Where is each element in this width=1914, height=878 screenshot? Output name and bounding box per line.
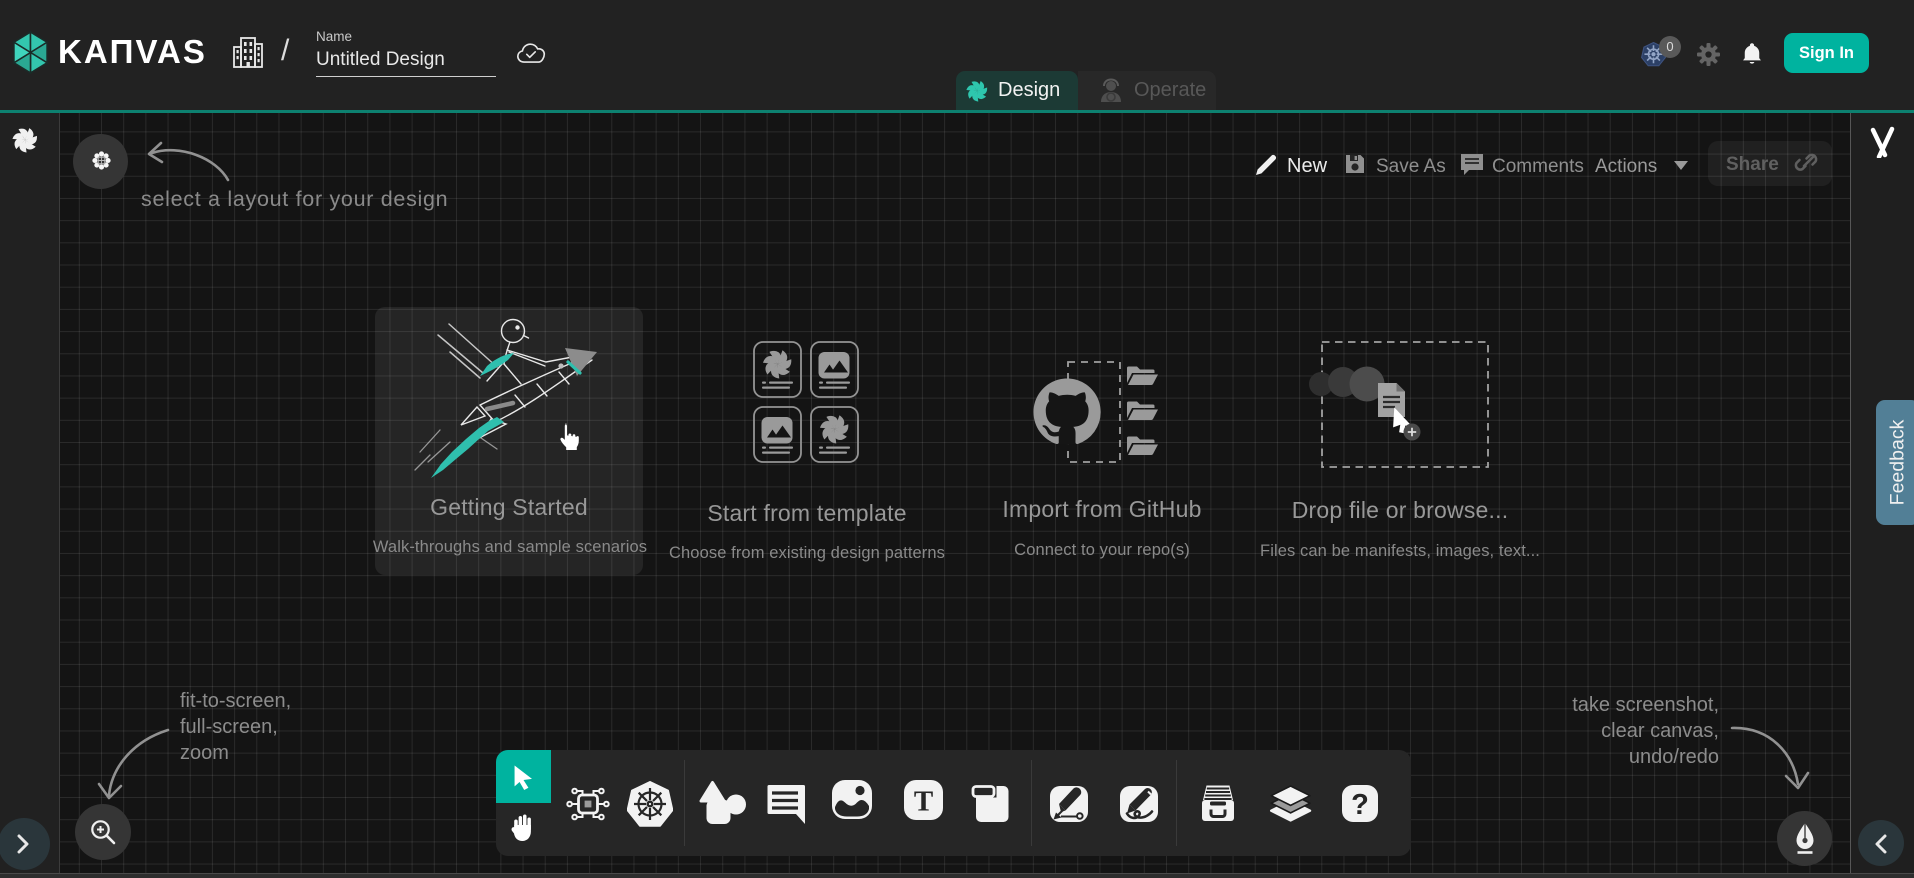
svg-text:?: ?	[1351, 789, 1369, 821]
svg-text:T: T	[914, 786, 933, 818]
